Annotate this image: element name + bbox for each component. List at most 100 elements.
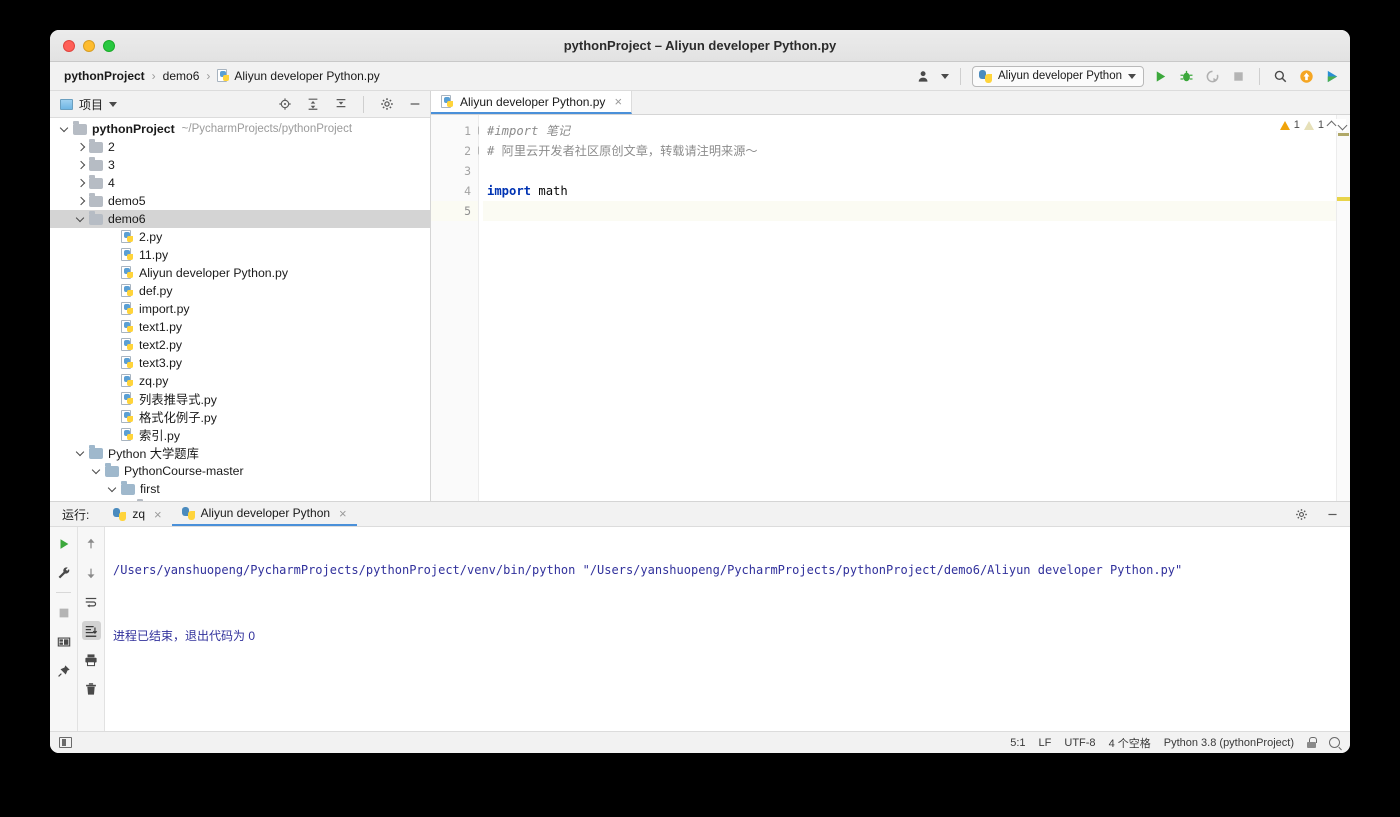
tree-collapse-icon[interactable] — [76, 448, 87, 459]
pin-icon[interactable] — [54, 661, 73, 680]
code-line[interactable] — [483, 161, 1350, 181]
line-separator[interactable]: LF — [1039, 737, 1052, 749]
next-problem-icon[interactable] — [1337, 120, 1348, 130]
update-project-icon[interactable] — [1297, 67, 1316, 86]
maximize-window-button[interactable] — [103, 39, 115, 52]
run-configuration-selector[interactable]: Aliyun developer Python — [971, 65, 1144, 87]
tree-row[interactable]: demo5 — [50, 192, 430, 210]
tree-row[interactable]: first — [50, 480, 430, 498]
tree-row[interactable]: demo6 — [50, 210, 430, 228]
layout-icon[interactable] — [54, 632, 73, 651]
tree-expand-icon[interactable] — [76, 160, 87, 171]
search-icon[interactable] — [1271, 67, 1290, 86]
python-file-icon — [121, 338, 134, 352]
tree-row[interactable]: 2.py — [50, 228, 430, 246]
tree-collapse-icon[interactable] — [92, 466, 103, 477]
editor-marker-track[interactable] — [1336, 115, 1350, 501]
close-icon[interactable]: × — [339, 507, 347, 520]
settings-gear-icon[interactable] — [1292, 505, 1311, 524]
stop-icon[interactable] — [1229, 67, 1248, 86]
code-line[interactable]: # 阿里云开发者社区原创文章，转载请注明来源～ — [483, 141, 1350, 161]
close-window-button[interactable] — [63, 39, 75, 52]
scroll-to-end-icon[interactable] — [81, 621, 101, 640]
code-line[interactable]: import math — [483, 181, 1350, 201]
file-encoding[interactable]: UTF-8 — [1064, 737, 1095, 749]
stop-icon[interactable] — [54, 603, 73, 622]
trash-icon[interactable] — [82, 679, 101, 698]
python-interpreter[interactable]: Python 3.8 (pythonProject) — [1164, 737, 1294, 749]
previous-problem-icon[interactable] — [1326, 120, 1337, 130]
settings-gear-icon[interactable] — [377, 95, 396, 114]
layout-toggle-icon[interactable] — [59, 737, 72, 748]
tree-row[interactable]: text2.py — [50, 336, 430, 354]
project-panel-title[interactable]: 项目 — [60, 96, 118, 113]
down-arrow-icon[interactable] — [82, 563, 101, 582]
tree-row[interactable]: text3.py — [50, 354, 430, 372]
breadcrumb-project[interactable]: pythonProject — [64, 69, 145, 83]
tree-row[interactable]: 4 — [50, 174, 430, 192]
tree-row[interactable]: 列表推导式.py — [50, 390, 430, 408]
tree-row[interactable]: def.py — [50, 282, 430, 300]
editor-tab-label: Aliyun developer Python.py — [460, 94, 606, 109]
rerun-icon[interactable] — [54, 534, 73, 553]
chevron-down-icon[interactable] — [109, 101, 118, 107]
inspection-summary[interactable]: 1 1 — [1275, 119, 1348, 131]
soft-wrap-icon[interactable] — [82, 592, 101, 611]
tree-row[interactable]: 2 — [50, 138, 430, 156]
breadcrumb-folder[interactable]: demo6 — [163, 69, 200, 83]
user-icon[interactable] — [915, 67, 934, 86]
tree-row[interactable]: 3 — [50, 156, 430, 174]
folder-icon — [89, 157, 103, 171]
tree-collapse-icon[interactable] — [76, 214, 87, 225]
tree-collapse-icon[interactable] — [60, 124, 71, 135]
run-tab-zq[interactable]: zq × — [103, 502, 171, 526]
close-icon[interactable]: × — [154, 508, 162, 521]
close-icon[interactable]: × — [614, 95, 622, 108]
run-coverage-icon[interactable] — [1203, 67, 1222, 86]
run-tab-aliyun-developer-python[interactable]: Aliyun developer Python × — [171, 502, 357, 526]
minimize-icon[interactable] — [1323, 505, 1342, 524]
tree-row[interactable]: import.py — [50, 300, 430, 318]
tree-row[interactable]: zq.py — [50, 372, 430, 390]
code-editor[interactable]: #import 笔记 # 阿里云开发者社区原创文章，转载请注明来源～ import… — [479, 115, 1350, 501]
tree-collapse-icon[interactable] — [108, 484, 119, 495]
code-line[interactable]: #import 笔记 — [483, 121, 1350, 141]
breadcrumb-file[interactable]: Aliyun developer Python.py — [217, 69, 380, 83]
tree-expand-icon[interactable] — [76, 178, 87, 189]
toolbar-divider-2 — [1259, 67, 1260, 85]
locate-icon[interactable] — [275, 95, 294, 114]
user-dropdown-caret-icon[interactable] — [940, 73, 949, 79]
caret-position[interactable]: 5:1 — [1010, 737, 1025, 749]
indent-setting[interactable]: 4 个空格 — [1109, 735, 1151, 751]
code-line[interactable] — [483, 201, 1350, 221]
search-icon[interactable] — [1329, 737, 1340, 748]
console-command-line: /Users/yanshuopeng/PycharmProjects/pytho… — [113, 563, 1183, 577]
wrench-icon[interactable] — [54, 563, 73, 582]
expand-all-icon[interactable] — [303, 95, 322, 114]
tree-expand-icon[interactable] — [76, 196, 87, 207]
up-arrow-icon[interactable] — [82, 534, 101, 553]
print-icon[interactable] — [82, 650, 101, 669]
minimize-window-button[interactable] — [83, 39, 95, 52]
tree-expand-icon[interactable] — [76, 142, 87, 153]
editor-tab-aliyun-developer-python[interactable]: Aliyun developer Python.py × — [431, 91, 633, 114]
tree-row[interactable]: Aliyun developer Python.py — [50, 264, 430, 282]
lock-icon[interactable] — [1307, 737, 1317, 748]
editor-gutter[interactable]: 12 3 4 5 — [431, 115, 487, 501]
tree-row[interactable]: pythonProject ~/PycharmProjects/pythonPro… — [50, 120, 430, 138]
debug-icon[interactable] — [1177, 67, 1196, 86]
tree-row[interactable]: PythonCourse-master — [50, 462, 430, 480]
tree-row[interactable]: 11.py — [50, 246, 430, 264]
minimize-icon[interactable] — [405, 95, 424, 114]
collapse-all-icon[interactable] — [331, 95, 350, 114]
aliyun-plugin-icon[interactable] — [1323, 67, 1342, 86]
tree-row[interactable]: text1.py — [50, 318, 430, 336]
tree-row[interactable]: 索引.py — [50, 426, 430, 444]
tree-row[interactable]: 格式化例子.py — [50, 408, 430, 426]
run-console-output[interactable]: /Users/yanshuopeng/PycharmProjects/pytho… — [104, 527, 1350, 731]
tree-row[interactable]: Python 大学题库 — [50, 444, 430, 462]
project-file-tree[interactable]: pythonProject ~/PycharmProjects/pythonPro… — [50, 118, 430, 501]
code-comment: # 阿里云开发者社区原创文章，转载请注明来源～ — [487, 144, 758, 158]
run-icon[interactable] — [1151, 67, 1170, 86]
